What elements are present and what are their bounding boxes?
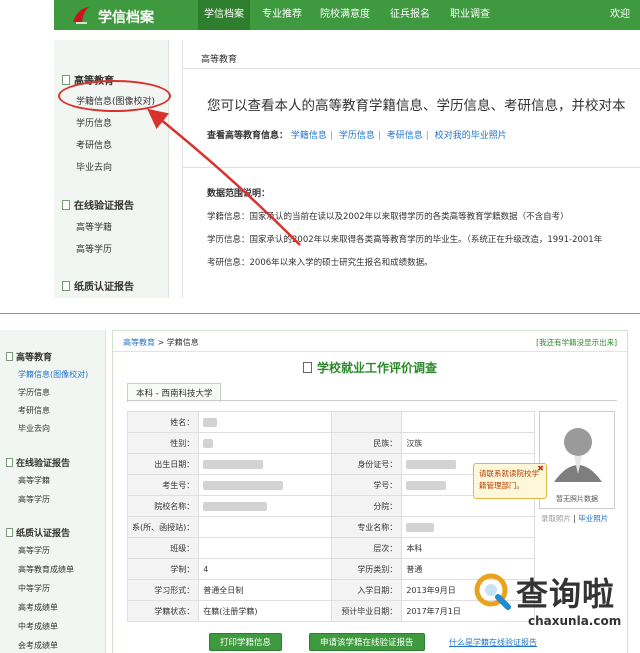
bot-breadcrumb: 高等教育 > 学籍信息 bbox=[123, 338, 199, 347]
doc-icon bbox=[302, 362, 312, 373]
bot-cat-higher-edu[interactable]: 高等教育 bbox=[6, 350, 52, 363]
table-row: 班级： 层次： 本科 bbox=[126, 537, 535, 559]
doc-icon bbox=[6, 352, 13, 361]
table-row: 院校名称： 分院： bbox=[126, 495, 535, 517]
bot-cat-online-report[interactable]: 在线验证报告 bbox=[6, 456, 70, 469]
bot-paper-item-transcript[interactable]: 高等教育成绩单 bbox=[18, 564, 74, 575]
table-row: 系(所、函授站)： 专业名称： bbox=[126, 516, 535, 538]
bot-paper-item-degree[interactable]: 高等学历 bbox=[18, 545, 50, 556]
table-row: 姓名： bbox=[126, 411, 535, 433]
annotation-arrow bbox=[147, 108, 301, 246]
apply-report-button[interactable]: 申请该学籍在线验证报告 bbox=[309, 633, 425, 651]
photo-links: 录取照片 | 毕业照片 bbox=[541, 514, 609, 523]
bot-paper-item-huikao[interactable]: 会考成绩单 bbox=[18, 640, 58, 651]
print-status-button[interactable]: 打印学籍信息 bbox=[209, 633, 283, 651]
crumb-higher-edu[interactable]: 高等教育 bbox=[123, 338, 155, 347]
admission-photo-link[interactable]: 录取照片 bbox=[541, 514, 571, 523]
contact-tooltip: ✖ 请联系就读院校学籍管理部门。 bbox=[473, 463, 547, 499]
magnifier-logo-icon bbox=[474, 573, 511, 610]
bot-paper-item-gaokao[interactable]: 高考成绩单 bbox=[18, 602, 58, 613]
bot-sidebar-item-status-report[interactable]: 高等学籍 bbox=[18, 475, 50, 486]
crumb-status: 学籍信息 bbox=[166, 338, 199, 347]
bot-cat-paper-report[interactable]: 纸质认证报告 bbox=[6, 526, 70, 539]
watermark-url: chaxunla.com bbox=[528, 614, 622, 628]
bot-paper-item-secondary[interactable]: 中等学历 bbox=[18, 583, 50, 594]
close-icon[interactable]: ✖ bbox=[537, 463, 544, 475]
photo-box: 暂无照片数据 bbox=[539, 411, 615, 509]
bot-sidebar-item-exam[interactable]: 考研信息 bbox=[18, 405, 50, 416]
doc-icon bbox=[6, 458, 13, 467]
avatar-placeholder-icon bbox=[554, 428, 602, 482]
bot-sidebar-item-status[interactable]: 学籍信息(图像校对) bbox=[18, 369, 88, 380]
bottom-sidebar: 高等教育 学籍信息(图像校对) 学历信息 考研信息 毕业去向 在线验证报告 高等… bbox=[0, 330, 106, 653]
bot-sidebar-item-degree[interactable]: 学历信息 bbox=[18, 387, 50, 398]
doc-icon bbox=[6, 528, 13, 537]
bot-sidebar-item-destination[interactable]: 毕业去向 bbox=[18, 423, 50, 434]
graduation-photo-link[interactable]: 毕业照片 bbox=[578, 514, 608, 523]
missing-record-link[interactable]: [我还有学籍没显示出来] bbox=[536, 337, 617, 348]
bot-paper-item-zhongkao[interactable]: 中考成绩单 bbox=[18, 621, 58, 632]
photo-caption: 暂无照片数据 bbox=[556, 495, 598, 503]
watermark-text: 查询啦 bbox=[516, 575, 616, 613]
watermark: 查询啦 chaxunla.com bbox=[466, 565, 640, 653]
table-row: 性别： 民族： 汉族 bbox=[126, 432, 535, 454]
survey-title[interactable]: 学校就业工作评价调查 bbox=[113, 359, 627, 376]
bot-sidebar-item-degree-report[interactable]: 高等学历 bbox=[18, 494, 50, 505]
